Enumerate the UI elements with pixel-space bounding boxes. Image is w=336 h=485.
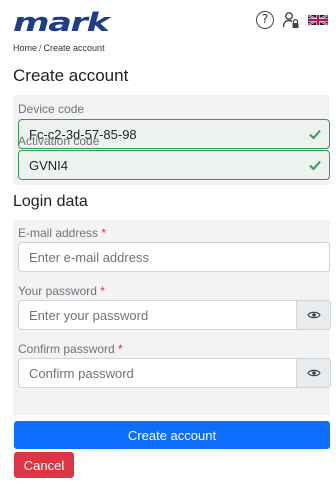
email-label: E-mail address * — [18, 226, 106, 240]
confirm-password-field[interactable] — [18, 358, 297, 388]
password-field[interactable] — [18, 300, 297, 330]
required-marker: * — [100, 284, 105, 298]
uk-flag-icon[interactable] — [308, 13, 328, 27]
check-icon — [309, 160, 321, 171]
required-marker: * — [101, 226, 107, 240]
show-confirm-password-button[interactable] — [297, 358, 331, 388]
login-data-title: Login data — [13, 193, 88, 210]
page-title: Create account — [13, 66, 129, 85]
activation-code-field[interactable] — [18, 150, 330, 180]
confirm-password-label: Confirm password * — [18, 342, 123, 356]
breadcrumb: Home / Create account — [13, 43, 105, 53]
check-icon — [309, 129, 321, 140]
breadcrumb-separator: / — [39, 43, 42, 53]
email-label-text: E-mail address — [18, 226, 99, 240]
confirm-password-label-text: Confirm password — [18, 342, 115, 356]
app-header: mark ? — [0, 0, 336, 40]
password-label-text: Your password — [18, 284, 97, 298]
breadcrumb-home[interactable]: Home — [13, 43, 37, 53]
email-field[interactable] — [18, 242, 330, 272]
mark-logo[interactable]: mark — [13, 10, 110, 36]
required-marker: * — [118, 342, 123, 356]
eye-icon — [306, 311, 321, 319]
create-account-button[interactable]: Create account — [14, 421, 330, 449]
header-icons: ? — [256, 11, 328, 29]
user-lock-icon[interactable] — [282, 11, 300, 29]
cancel-button[interactable]: Cancel — [14, 452, 74, 478]
device-code-label: Device code — [18, 102, 85, 116]
eye-icon — [306, 369, 321, 377]
activation-code-label: Activation code — [18, 134, 100, 148]
password-label: Your password * — [18, 284, 105, 298]
show-password-button[interactable] — [297, 300, 331, 330]
question-circle-icon[interactable]: ? — [256, 11, 274, 29]
breadcrumb-current: Create account — [43, 43, 105, 53]
